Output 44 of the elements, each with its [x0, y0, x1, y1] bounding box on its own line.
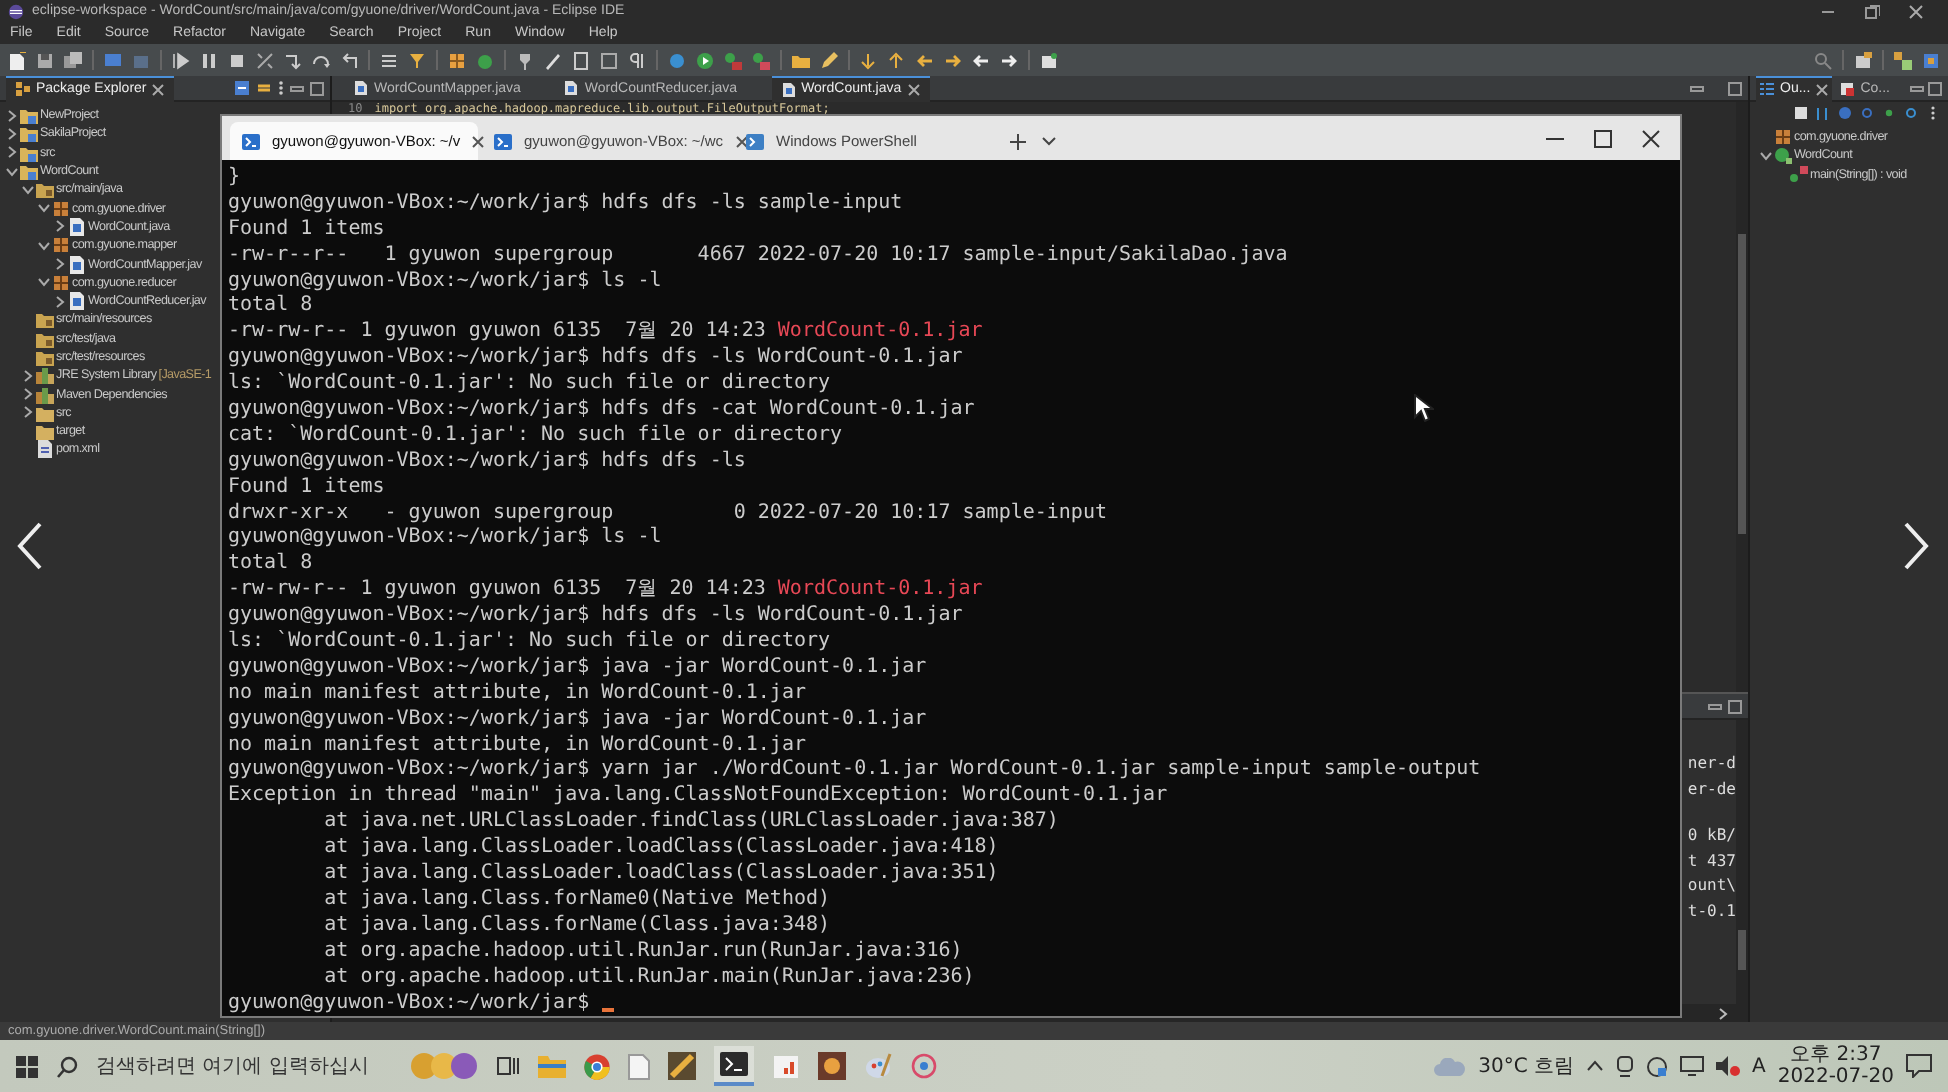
console-line: 0 kB/ — [1687, 824, 1736, 848]
terminal-line: Found 1 items — [228, 475, 385, 502]
terminal-line: -rw-rw-r-- 1 gyuwon gyuwon 6135 7월 20 14:23 WordCount-0.1.jar — [228, 320, 983, 346]
terminal-line: Found 1 items — [228, 217, 385, 244]
terminal-line: cat: `WordCount-0.1.jar': No such file or directory — [228, 423, 843, 450]
terminal-line: at org.apache.hadoop.util.RunJar.main(RunJar.java:236) — [322, 965, 975, 992]
search-field[interactable]: 검색하려면 여기에 입력하십시 — [96, 1055, 392, 1077]
terminal-line: at java.lang.Class.forName(Class.java:348) — [322, 913, 831, 940]
terminal-line: -rw-rw-r-- 1 gyuwon gyuwon 6135 7월 20 14:23 WordCount-0.1.jar — [228, 578, 983, 604]
terminal-line: gyuwon@gyuwon-VBox:~/work/jar$ ls -l — [228, 526, 662, 552]
clock-date[interactable]: 2022-07-20 — [1777, 1066, 1894, 1089]
input-indicator[interactable]: A — [1752, 1055, 1766, 1077]
terminal-line: at java.net.URLClassLoader.findClass(URLClassLoader.java:387) — [322, 810, 1059, 836]
terminal-line: at java.lang.Class.forName0(Native Method) — [322, 887, 831, 914]
terminal-line: total 8 — [228, 294, 313, 321]
terminal-line: Exception in thread "main" java.lang.ClassNotFoundException: WordCount-0.1.jar — [228, 784, 1168, 810]
terminal-line: gyuwon@gyuwon-VBox:~/work/jar$ — [228, 991, 592, 1016]
console-line: t-0.1 — [1687, 899, 1736, 923]
terminal-line: no main manifest attribute, in WordCount-0.1.jar — [228, 681, 806, 708]
console-line: ner-d — [1687, 752, 1736, 776]
console-line: ount\ — [1687, 874, 1736, 898]
terminal-line: -rw-r--r-- 1 gyuwon supergroup 4667 2022-07-20 10:17 sample-input/SakilaDao.java — [228, 243, 1288, 270]
terminal-line: at java.lang.ClassLoader.loadClass(ClassLoader.java:351) — [322, 862, 999, 888]
terminal-line: at java.lang.ClassLoader.loadClass(ClassLoader.java:418) — [322, 836, 999, 862]
terminal-line: gyuwon@gyuwon-VBox:~/work/jar$ hdfs dfs -ls WordCount-0.1.jar — [228, 346, 963, 372]
terminal-line: gyuwon@gyuwon-VBox:~/work/jar$ java -jar WordCount-0.1.jar — [228, 707, 927, 734]
terminal-line: gyuwon@gyuwon-VBox:~/work/jar$ hdfs dfs -ls WordCount-0.1.jar — [228, 604, 963, 630]
terminal-line: gyuwon@gyuwon-VBox:~/work/jar$ hdfs dfs -cat WordCount-0.1.jar — [228, 398, 975, 424]
console-line: t 437 — [1687, 849, 1736, 873]
console-line: er-de — [1687, 777, 1736, 801]
terminal-line: at org.apache.hadoop.util.RunJar.run(RunJar.java:316) — [322, 939, 963, 966]
terminal-line: } — [228, 166, 241, 192]
terminal-line: total 8 — [228, 552, 313, 579]
clock-time[interactable]: 오후 2:37 — [1790, 1043, 1882, 1066]
terminal-line: gyuwon@gyuwon-VBox:~/work/jar$ ls -l — [228, 269, 662, 294]
terminal-line: gyuwon@gyuwon-VBox:~/work/jar$ yarn jar ./WordCount-0.1.jar WordCount-0.1.jar sample-input sample-output — [228, 758, 1481, 784]
terminal-line: drwxr-xr-x - gyuwon supergroup 0 2022-07-20 10:17 sample-input — [228, 501, 1107, 526]
terminal-line: ls: `WordCount-0.1.jar': No such file or directory — [228, 630, 831, 656]
terminal-line: gyuwon@gyuwon-VBox:~/work/jar$ hdfs dfs -ls sample-input — [228, 191, 903, 218]
weather-text[interactable]: 30°C 흐림 — [1478, 1052, 1575, 1080]
terminal-line: no main manifest attribute, in WordCount-0.1.jar — [228, 733, 806, 758]
terminal-line: gyuwon@gyuwon-VBox:~/work/jar$ java -jar WordCount-0.1.jar — [228, 655, 927, 682]
terminal-line: ls: `WordCount-0.1.jar': No such file or directory — [228, 372, 831, 398]
terminal-line: gyuwon@gyuwon-VBox:~/work/jar$ hdfs dfs -ls — [228, 449, 746, 476]
